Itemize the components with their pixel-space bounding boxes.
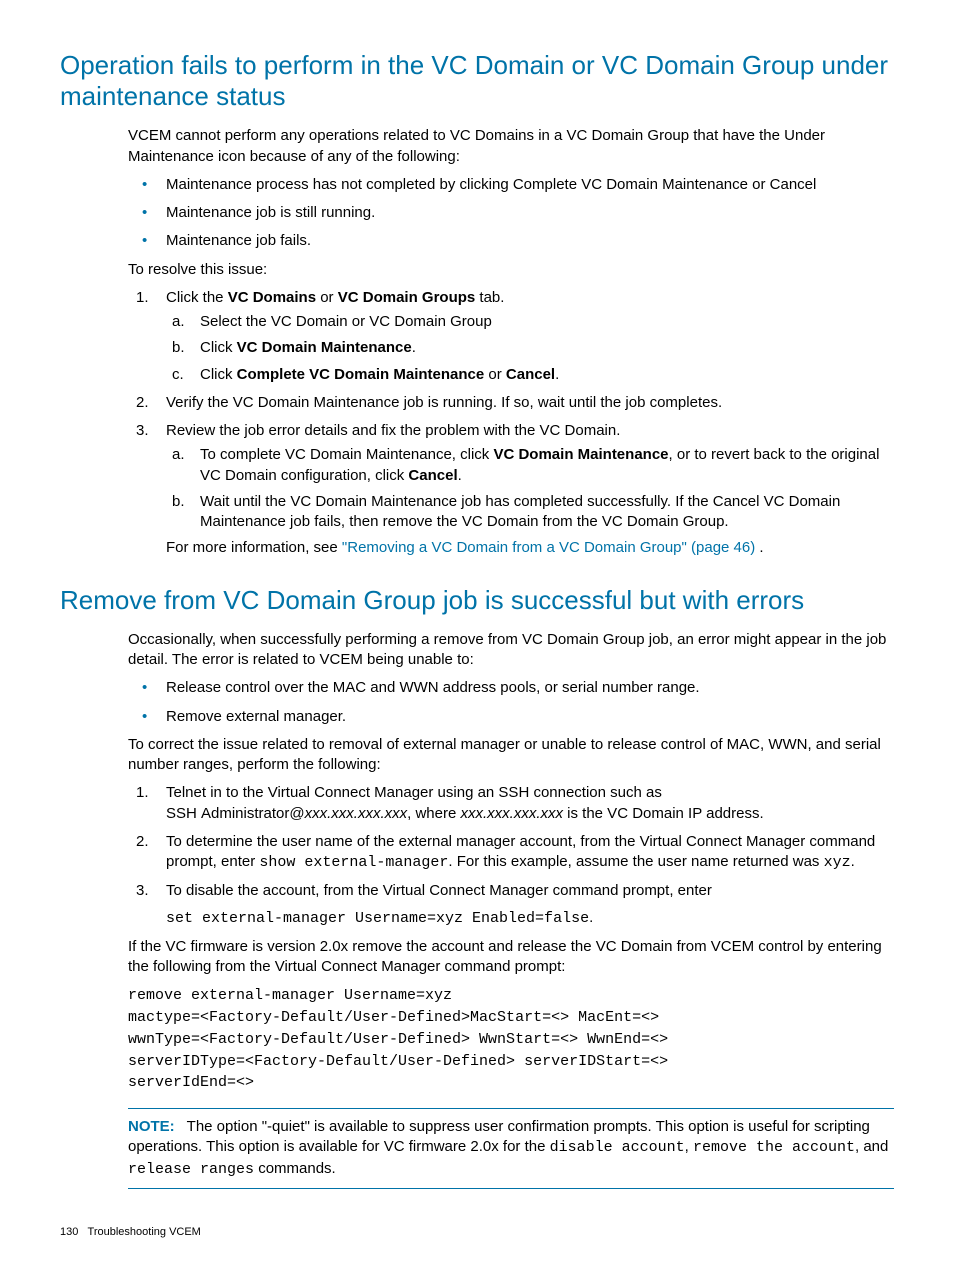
- list-item: To complete VC Domain Maintenance, click…: [166, 445, 894, 486]
- list-item: Maintenance process has not completed by…: [128, 175, 894, 195]
- sub-steps: To complete VC Domain Maintenance, click…: [166, 445, 894, 532]
- list-item: Maintenance job fails.: [128, 231, 894, 251]
- more-info: For more information, see "Removing a VC…: [166, 538, 894, 558]
- correct-lead: To correct the issue related to removal …: [128, 735, 894, 776]
- text: .: [555, 366, 559, 383]
- text: or: [316, 289, 338, 306]
- resolve-steps: Click the VC Domains or VC Domain Groups…: [128, 288, 894, 559]
- list-item: Click the VC Domains or VC Domain Groups…: [128, 288, 894, 385]
- text-bold: Cancel: [408, 467, 457, 484]
- list-item: Telnet in to the Virtual Connect Manager…: [128, 783, 894, 824]
- note-label: NOTE:: [128, 1118, 175, 1135]
- cause-list: Maintenance process has not completed by…: [128, 175, 894, 252]
- code-block: remove external-manager Username=xyz mac…: [128, 985, 894, 1094]
- text-italic: xxx.xxx.xxx.xxx: [305, 805, 408, 822]
- text: .: [755, 539, 763, 556]
- text: is the VC Domain IP address.: [563, 805, 764, 822]
- text-bold: VC Domain Groups: [338, 289, 476, 306]
- text: or: [484, 366, 506, 383]
- text-italic: xxx.xxx.xxx.xxx: [460, 805, 563, 822]
- list-item: Review the job error details and fix the…: [128, 421, 894, 559]
- text: , and: [855, 1138, 888, 1155]
- note-paragraph: NOTE:The option "-quiet" is available to…: [128, 1117, 894, 1180]
- list-item: Click VC Domain Maintenance.: [166, 338, 894, 358]
- code-inline: xyz: [824, 854, 851, 871]
- code-inline: disable account: [550, 1139, 685, 1156]
- code-inline: release ranges: [128, 1161, 254, 1178]
- text: .: [458, 467, 462, 484]
- text: Click: [200, 366, 237, 383]
- list-item: Maintenance job is still running.: [128, 203, 894, 223]
- text: . For this example, assume the user name…: [448, 853, 823, 870]
- page-number: 130: [60, 1226, 78, 1238]
- code-inline: remove the account: [693, 1139, 855, 1156]
- list-item: Wait until the VC Domain Maintenance job…: [166, 492, 894, 533]
- text: ,: [685, 1138, 693, 1155]
- note-divider: [128, 1108, 894, 1109]
- text: commands.: [254, 1160, 336, 1177]
- list-item: To disable the account, from the Virtual…: [128, 881, 894, 929]
- text: Review the job error details and fix the…: [166, 422, 620, 439]
- text-bold: VC Domain Maintenance: [237, 339, 412, 356]
- error-cause-list: Release control over the MAC and WWN add…: [128, 678, 894, 727]
- section-heading-2: Remove from VC Domain Group job is succe…: [60, 585, 894, 616]
- text: Click: [200, 339, 237, 356]
- cross-reference-link[interactable]: "Removing a VC Domain from a VC Domain G…: [342, 539, 755, 556]
- list-item: Click Complete VC Domain Maintenance or …: [166, 365, 894, 385]
- text-bold: Complete VC Domain Maintenance: [237, 366, 485, 383]
- correct-steps: Telnet in to the Virtual Connect Manager…: [128, 783, 894, 929]
- note-divider: [128, 1188, 894, 1189]
- chapter-title: Troubleshooting VCEM: [88, 1226, 201, 1238]
- list-item: Verify the VC Domain Maintenance job is …: [128, 393, 894, 413]
- list-item: Remove external manager.: [128, 707, 894, 727]
- text: Click the: [166, 289, 228, 306]
- intro-paragraph-2: Occasionally, when successfully performi…: [128, 630, 894, 671]
- list-item: To determine the user name of the extern…: [128, 832, 894, 874]
- intro-paragraph-1: VCEM cannot perform any operations relat…: [128, 126, 894, 167]
- code-inline: set external-manager Username=xyz Enable…: [166, 910, 589, 927]
- text: .: [412, 339, 416, 356]
- text: .: [851, 853, 855, 870]
- text: For more information, see: [166, 539, 342, 556]
- text-bold: VC Domain Maintenance: [493, 446, 668, 463]
- text-bold: VC Domains: [228, 289, 316, 306]
- code-inline: show external-manager: [259, 854, 448, 871]
- resolve-lead: To resolve this issue:: [128, 260, 894, 280]
- page-footer: 130 Troubleshooting VCEM: [60, 1225, 894, 1240]
- section-heading-1: Operation fails to perform in the VC Dom…: [60, 50, 894, 112]
- text: To complete VC Domain Maintenance, click: [200, 446, 493, 463]
- list-item: Select the VC Domain or VC Domain Group: [166, 312, 894, 332]
- list-item: Release control over the MAC and WWN add…: [128, 678, 894, 698]
- text: tab.: [475, 289, 504, 306]
- text-bold: Cancel: [506, 366, 555, 383]
- firmware-note: If the VC firmware is version 2.0x remov…: [128, 937, 894, 978]
- sub-steps: Select the VC Domain or VC Domain Group …: [166, 312, 894, 385]
- text: .: [589, 909, 593, 926]
- text: , where: [407, 805, 460, 822]
- text: To disable the account, from the Virtual…: [166, 882, 712, 899]
